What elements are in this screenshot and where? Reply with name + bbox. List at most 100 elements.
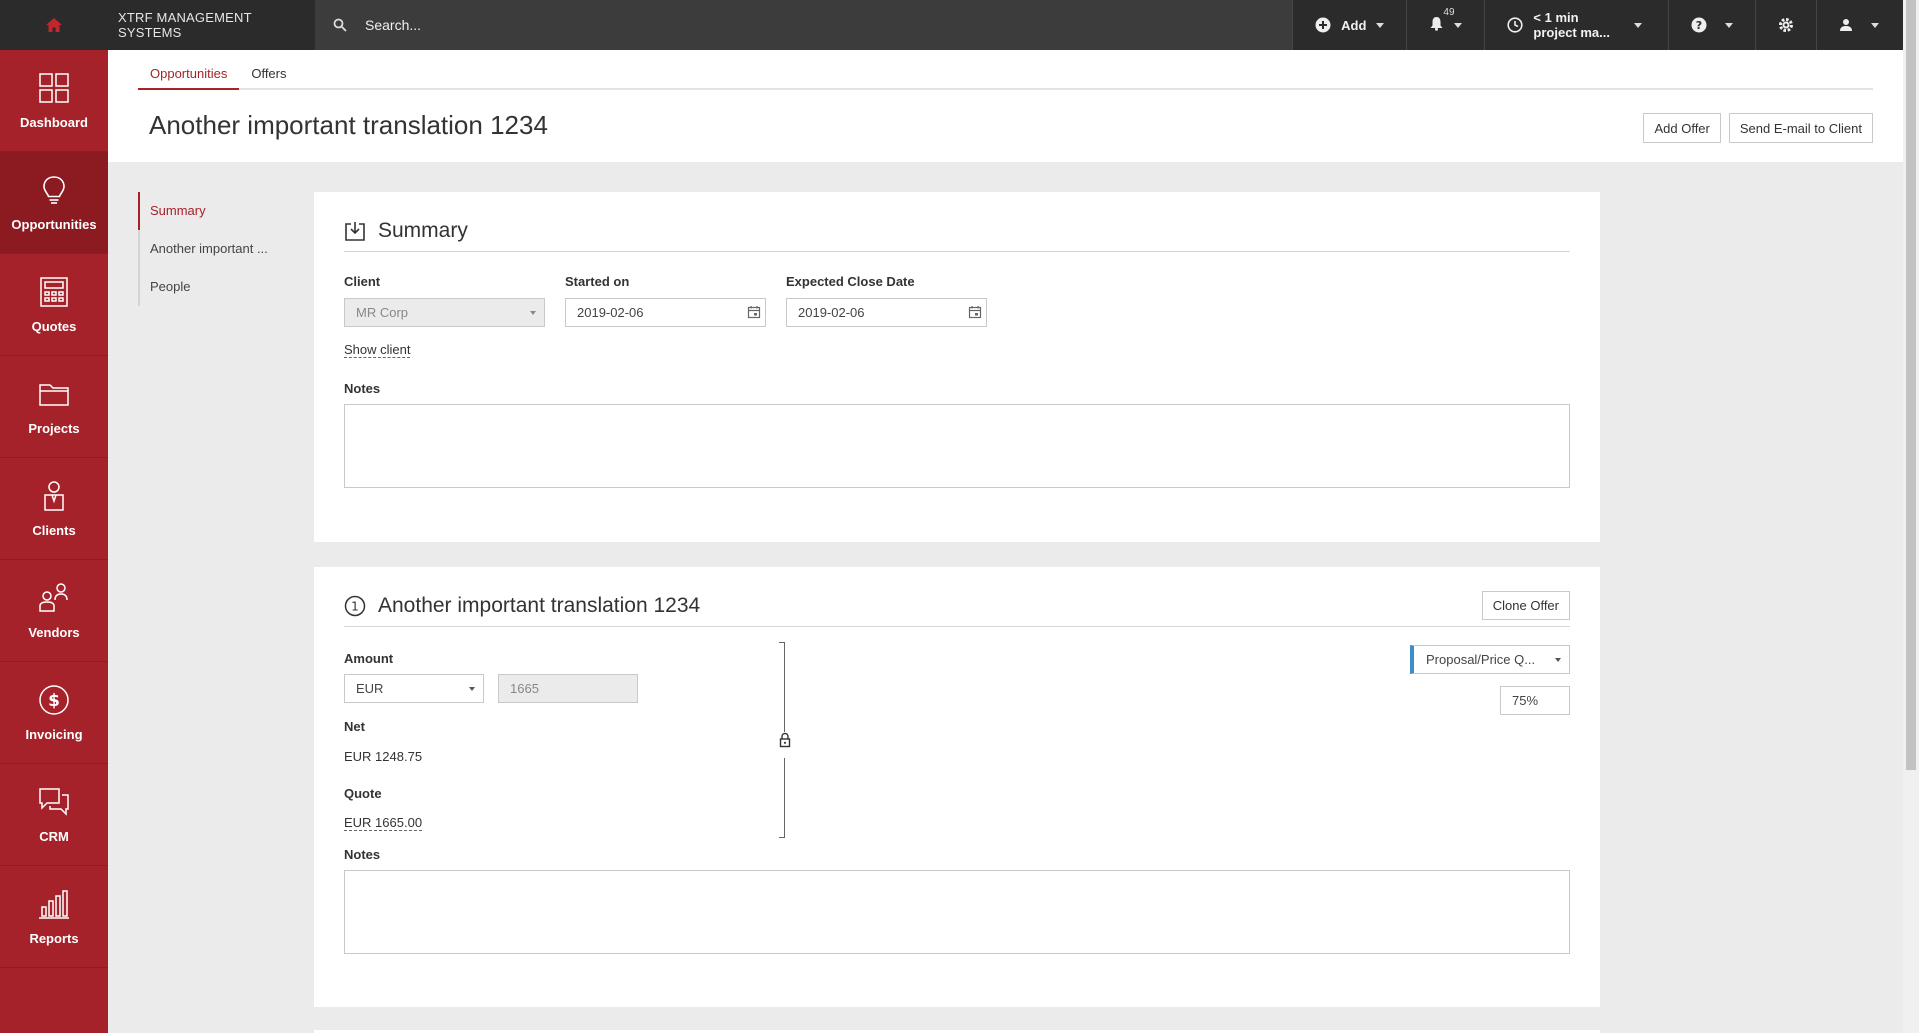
offer-status-select[interactable]: Proposal/Price Q... — [1410, 645, 1570, 674]
probability-input[interactable]: 75% — [1500, 686, 1570, 715]
svg-text:?: ? — [1696, 19, 1702, 32]
search-input[interactable]: Search... — [365, 17, 421, 33]
page-header: Opportunities Offers Another important t… — [108, 50, 1903, 162]
amount-label: Amount — [344, 651, 394, 666]
home-icon — [46, 18, 62, 32]
sidebar-item-dashboard[interactable]: Dashboard — [0, 50, 108, 152]
vendors-icon — [39, 583, 68, 612]
section-subnav: Summary Another important ... People — [138, 192, 293, 306]
sidebar-item-reports[interactable]: Reports — [0, 866, 108, 968]
section-tabs: Opportunities Offers — [138, 64, 1873, 90]
close-date-value: 2019-02-06 — [798, 305, 865, 320]
sidebar-item-clients[interactable]: Clients — [0, 458, 108, 560]
tab-offers[interactable]: Offers — [239, 64, 298, 90]
chevron-down-icon — [1376, 22, 1385, 28]
chevron-down-icon — [530, 311, 536, 315]
help-icon: ? — [1691, 17, 1707, 33]
lock-bracket — [777, 642, 791, 838]
client-select[interactable]: MR Corp — [344, 298, 545, 327]
tab-opportunities[interactable]: Opportunities — [138, 64, 240, 90]
calendar-icon[interactable] — [968, 305, 982, 319]
gear-icon — [1779, 18, 1793, 32]
top-bar: XTRF MANAGEMENT SYSTEMS Search... Add 49… — [0, 0, 1903, 50]
sidebar-item-opportunities[interactable]: Opportunities — [0, 152, 108, 254]
amount-value: 1665 — [510, 681, 539, 696]
sidebar-item-label: Reports — [29, 931, 79, 946]
clone-offer-button[interactable]: Clone Offer — [1481, 591, 1570, 620]
chevron-down-icon — [1634, 22, 1642, 28]
settings-button[interactable] — [1755, 0, 1816, 50]
brand-name: XTRF MANAGEMENT SYSTEMS — [108, 0, 315, 50]
summary-panel: Summary Client MR Corp Started on 2019-0… — [314, 192, 1600, 542]
sidebar-item-invoicing[interactable]: $ Invoicing — [0, 662, 108, 764]
clock-icon — [1507, 17, 1524, 33]
sidebar-item-crm[interactable]: CRM — [0, 764, 108, 866]
chevron-down-icon — [1555, 658, 1561, 662]
currency-value: EUR — [356, 681, 384, 696]
add-offer-button[interactable]: Add Offer — [1643, 113, 1721, 143]
show-client-link[interactable]: Show client — [344, 342, 411, 358]
user-icon — [1840, 19, 1852, 31]
lock-icon[interactable] — [778, 732, 792, 748]
download-box-icon — [345, 221, 365, 241]
currency-select[interactable]: EUR — [344, 674, 484, 703]
send-email-button[interactable]: Send E-mail to Client — [1728, 113, 1873, 143]
sidebar-item-label: CRM — [39, 829, 69, 844]
subnav-item-offer[interactable]: Another important ... — [140, 230, 293, 268]
sidebar-item-projects[interactable]: Projects — [0, 356, 108, 458]
dollar-icon: $ — [39, 685, 69, 715]
notifications-button[interactable]: 49 — [1406, 0, 1484, 50]
summary-notes-input[interactable] — [344, 404, 1570, 488]
offer-status-value: Proposal/Price Q... — [1426, 652, 1536, 667]
offer-title: Another important translation 1234 — [378, 593, 701, 617]
user-menu-button[interactable] — [1816, 0, 1903, 50]
calculator-icon — [40, 277, 68, 307]
chevron-down-icon — [1454, 22, 1463, 28]
offer-panel: 1 Another important translation 1234 Clo… — [314, 567, 1600, 1007]
sidebar-item-label: Quotes — [31, 319, 77, 334]
probability-value: 75% — [1512, 693, 1539, 708]
offer-number-icon: 1 — [344, 595, 366, 616]
subnav-item-people[interactable]: People — [140, 268, 293, 306]
subnav-item-summary[interactable]: Summary — [138, 192, 293, 230]
started-on-value: 2019-02-06 — [577, 305, 644, 320]
time-tracker-text: < 1 min project ma... — [1533, 10, 1610, 40]
quote-value-link[interactable]: EUR 1665.00 — [344, 815, 423, 831]
chat-icon — [39, 788, 69, 816]
folder-icon — [39, 384, 69, 406]
summary-notes-label: Notes — [344, 381, 381, 396]
lightbulb-icon — [43, 176, 65, 204]
net-value: EUR 1248.75 — [344, 749, 423, 764]
time-tracker-button[interactable]: < 1 min project ma... — [1484, 0, 1668, 50]
amount-input[interactable]: 1665 — [498, 674, 638, 703]
summary-header: Summary — [344, 210, 1570, 252]
sidebar-item-vendors[interactable]: Vendors — [0, 560, 108, 662]
sidebar-item-label: Clients — [32, 523, 76, 538]
started-on-label: Started on — [565, 274, 630, 289]
offer-notes-label: Notes — [344, 847, 381, 862]
global-search[interactable]: Search... — [315, 0, 1292, 50]
svg-text:$: $ — [48, 691, 60, 711]
page-scrollbar[interactable] — [1903, 0, 1919, 1033]
sidebar-item-label: Invoicing — [25, 727, 83, 742]
calendar-icon[interactable] — [747, 305, 761, 319]
chevron-down-icon — [1725, 22, 1733, 28]
sidebar-item-label: Dashboard — [20, 115, 88, 130]
help-button[interactable]: ? — [1668, 0, 1755, 50]
offer-notes-input[interactable] — [344, 870, 1570, 954]
add-menu-button[interactable]: Add — [1292, 0, 1406, 50]
chevron-down-icon — [469, 687, 475, 691]
started-on-field[interactable]: 2019-02-06 — [565, 298, 766, 327]
chevron-down-icon — [1871, 22, 1879, 28]
bell-icon — [1430, 17, 1443, 31]
quote-label: Quote — [344, 786, 382, 801]
dashboard-icon — [39, 73, 69, 103]
svg-text:1: 1 — [351, 599, 359, 613]
client-label: Client — [344, 274, 381, 289]
scrollbar-thumb[interactable] — [1906, 0, 1916, 770]
home-button[interactable] — [0, 0, 108, 50]
close-date-field[interactable]: 2019-02-06 — [786, 298, 987, 327]
sidebar-item-quotes[interactable]: Quotes — [0, 254, 108, 356]
plus-circle-icon — [1315, 17, 1331, 33]
client-icon — [44, 481, 64, 511]
